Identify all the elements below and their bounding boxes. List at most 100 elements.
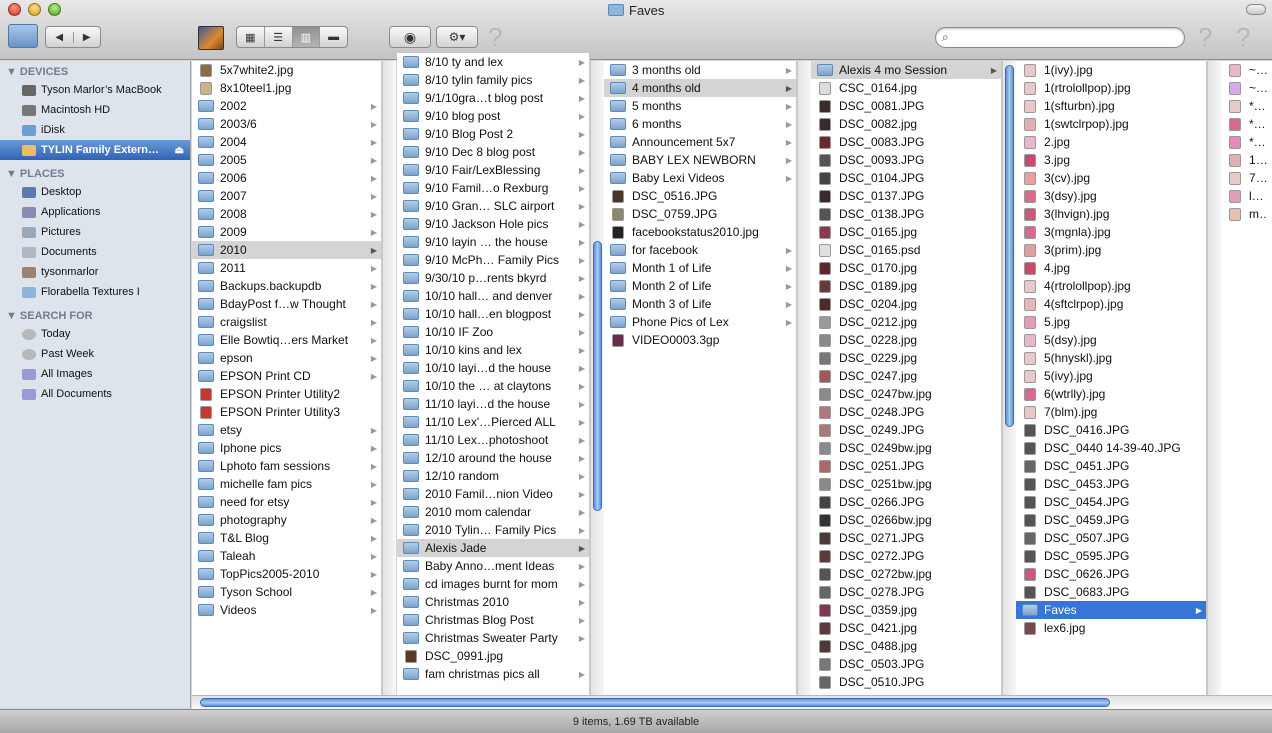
- file-row[interactable]: DSC_0683.JPG: [1016, 583, 1206, 601]
- file-row[interactable]: DSC_0165.psd: [811, 241, 1001, 259]
- folder-row[interactable]: Alexis 4 mo Session ▶: [811, 61, 1001, 79]
- file-row[interactable]: DSC_0083.JPG: [811, 133, 1001, 151]
- file-row[interactable]: 2.jpg: [1016, 133, 1206, 151]
- file-row[interactable]: 1(swtclrpop).jpg: [1016, 115, 1206, 133]
- file-row[interactable]: DSC_0212.jpg: [811, 313, 1001, 331]
- folder-row[interactable]: BABY LEX NEWBORN ▶: [604, 151, 796, 169]
- folder-row[interactable]: Faves ▶: [1016, 601, 1206, 619]
- list-view-icon[interactable]: ☰: [265, 27, 293, 47]
- browser-column-6[interactable]: ~3.jp ~6(p *4(iv *5.jp *6(d 1.jpg 7(sp lexis mer: [1221, 61, 1272, 695]
- toolbar-toggle-button[interactable]: [1246, 4, 1266, 15]
- folder-row[interactable]: cd images burnt for mom ▶: [397, 575, 589, 593]
- file-row[interactable]: 3(dsy).jpg: [1016, 187, 1206, 205]
- folder-row[interactable]: TopPics2005-2010 ▶: [192, 565, 381, 583]
- folder-row[interactable]: 2011 ▶: [192, 259, 381, 277]
- sidebar-item-macbook[interactable]: Tyson Marlor’s MacBook: [0, 80, 190, 100]
- folder-row[interactable]: Announcement 5x7 ▶: [604, 133, 796, 151]
- folder-row[interactable]: 10/10 the … at claytons ▶: [397, 377, 589, 395]
- folder-row[interactable]: Month 1 of Life ▶: [604, 259, 796, 277]
- file-row[interactable]: DSC_0251bw.jpg: [811, 475, 1001, 493]
- folder-row[interactable]: 2010 Famil…nion Video ▶: [397, 485, 589, 503]
- sidebar-item-idisk[interactable]: iDisk: [0, 120, 190, 140]
- search-input[interactable]: [952, 30, 1184, 45]
- folder-row[interactable]: 2003/6 ▶: [192, 115, 381, 133]
- folder-row[interactable]: 9/30/10 p…rents bkyrd ▶: [397, 269, 589, 287]
- sidebar-section-devices[interactable]: ▼ DEVICES: [0, 64, 190, 80]
- coverflow-view-icon[interactable]: ▬: [320, 27, 347, 47]
- folder-row[interactable]: Christmas Blog Post ▶: [397, 611, 589, 629]
- icon-view-icon[interactable]: ▦: [237, 27, 265, 47]
- file-row[interactable]: lexis: [1221, 187, 1272, 205]
- file-row[interactable]: DSC_0247bw.jpg: [811, 385, 1001, 403]
- file-row[interactable]: DSC_0249.JPG: [811, 421, 1001, 439]
- file-row[interactable]: 4(sftclrpop).jpg: [1016, 295, 1206, 313]
- file-row[interactable]: DSC_0359.jpg: [811, 601, 1001, 619]
- action-button[interactable]: ⚙▾: [436, 26, 478, 48]
- folder-row[interactable]: T&L Blog ▶: [192, 529, 381, 547]
- horizontal-scrollbar[interactable]: [192, 695, 1272, 709]
- file-row[interactable]: facebookstatus2010.jpg: [604, 223, 796, 241]
- folder-row[interactable]: 5 months ▶: [604, 97, 796, 115]
- folder-row[interactable]: Month 3 of Life ▶: [604, 295, 796, 313]
- file-row[interactable]: DSC_0991.jpg: [397, 647, 589, 665]
- folder-row[interactable]: need for etsy ▶: [192, 493, 381, 511]
- file-row[interactable]: *6(d: [1221, 133, 1272, 151]
- file-row[interactable]: DSC_0516.JPG: [604, 187, 796, 205]
- column-3-scrollbar[interactable]: [797, 61, 811, 695]
- file-row[interactable]: DSC_0137.JPG: [811, 187, 1001, 205]
- folder-row[interactable]: Baby Lexi Videos ▶: [604, 169, 796, 187]
- file-row[interactable]: DSC_0507.JPG: [1016, 529, 1206, 547]
- sidebar-item-desktop[interactable]: Desktop: [0, 182, 190, 202]
- folder-row[interactable]: 9/10 Gran… SLC airport ▶: [397, 197, 589, 215]
- folder-row[interactable]: 6 months ▶: [604, 115, 796, 133]
- folder-row[interactable]: 12/10 random ▶: [397, 467, 589, 485]
- column-2-scrollbar[interactable]: [590, 61, 604, 695]
- sidebar-item-today[interactable]: Today: [0, 324, 190, 344]
- file-row[interactable]: DSC_0104.JPG: [811, 169, 1001, 187]
- forward-button[interactable]: ▶: [74, 32, 101, 43]
- file-row[interactable]: 3(prim).jpg: [1016, 241, 1206, 259]
- file-row[interactable]: DSC_0247.jpg: [811, 367, 1001, 385]
- folder-row[interactable]: 10/10 kins and lex ▶: [397, 341, 589, 359]
- file-row[interactable]: lex6.jpg: [1016, 619, 1206, 637]
- column-view-icon[interactable]: ▥: [292, 27, 321, 47]
- folder-row[interactable]: 2002 ▶: [192, 97, 381, 115]
- file-row[interactable]: ~6(p: [1221, 79, 1272, 97]
- folder-row[interactable]: 2010 ▶: [192, 241, 381, 259]
- file-row[interactable]: EPSON Printer Utility3: [192, 403, 381, 421]
- column-1-scrollbar[interactable]: [382, 61, 396, 695]
- file-row[interactable]: mer: [1221, 205, 1272, 223]
- folder-row[interactable]: 9/10 Dec 8 blog post ▶: [397, 143, 589, 161]
- file-row[interactable]: 5.jpg: [1016, 313, 1206, 331]
- folder-row[interactable]: Tyson School ▶: [192, 583, 381, 601]
- file-row[interactable]: DSC_0138.JPG: [811, 205, 1001, 223]
- file-row[interactable]: 5(hnyskl).jpg: [1016, 349, 1206, 367]
- file-row[interactable]: DSC_0272bw.jpg: [811, 565, 1001, 583]
- back-button[interactable]: ◀: [46, 31, 74, 43]
- file-row[interactable]: DSC_0170.jpg: [811, 259, 1001, 277]
- path-icon[interactable]: [198, 26, 224, 50]
- file-row[interactable]: DSC_0440 14-39-40.JPG: [1016, 439, 1206, 457]
- file-row[interactable]: DSC_0093.JPG: [811, 151, 1001, 169]
- folder-row[interactable]: for facebook ▶: [604, 241, 796, 259]
- folder-row[interactable]: Christmas 2010 ▶: [397, 593, 589, 611]
- sidebar-item-past-week[interactable]: Past Week: [0, 344, 190, 364]
- folder-row[interactable]: Backups.backupdb ▶: [192, 277, 381, 295]
- folder-row[interactable]: 2010 mom calendar ▶: [397, 503, 589, 521]
- scroll-thumb[interactable]: [1005, 65, 1014, 427]
- file-row[interactable]: 1(ivy).jpg: [1016, 61, 1206, 79]
- folder-row[interactable]: Taleah ▶: [192, 547, 381, 565]
- folder-row[interactable]: Iphone pics ▶: [192, 439, 381, 457]
- folder-row[interactable]: fam christmas pics all ▶: [397, 665, 589, 683]
- folder-row[interactable]: BdayPost f…w Thought ▶: [192, 295, 381, 313]
- file-row[interactable]: *4(iv: [1221, 97, 1272, 115]
- folder-row[interactable]: 2008 ▶: [192, 205, 381, 223]
- folder-row[interactable]: 8/10 tylin family pics ▶: [397, 71, 589, 89]
- folder-row[interactable]: Alexis Jade ▶: [397, 539, 589, 557]
- quick-look-button[interactable]: ◉: [389, 26, 431, 48]
- file-row[interactable]: DSC_0759.JPG: [604, 205, 796, 223]
- folder-row[interactable]: 4 months old ▶: [604, 79, 796, 97]
- zoom-button[interactable]: [48, 3, 61, 16]
- sidebar-item-florabella[interactable]: Florabella Textures I: [0, 282, 190, 302]
- file-row[interactable]: DSC_0248.JPG: [811, 403, 1001, 421]
